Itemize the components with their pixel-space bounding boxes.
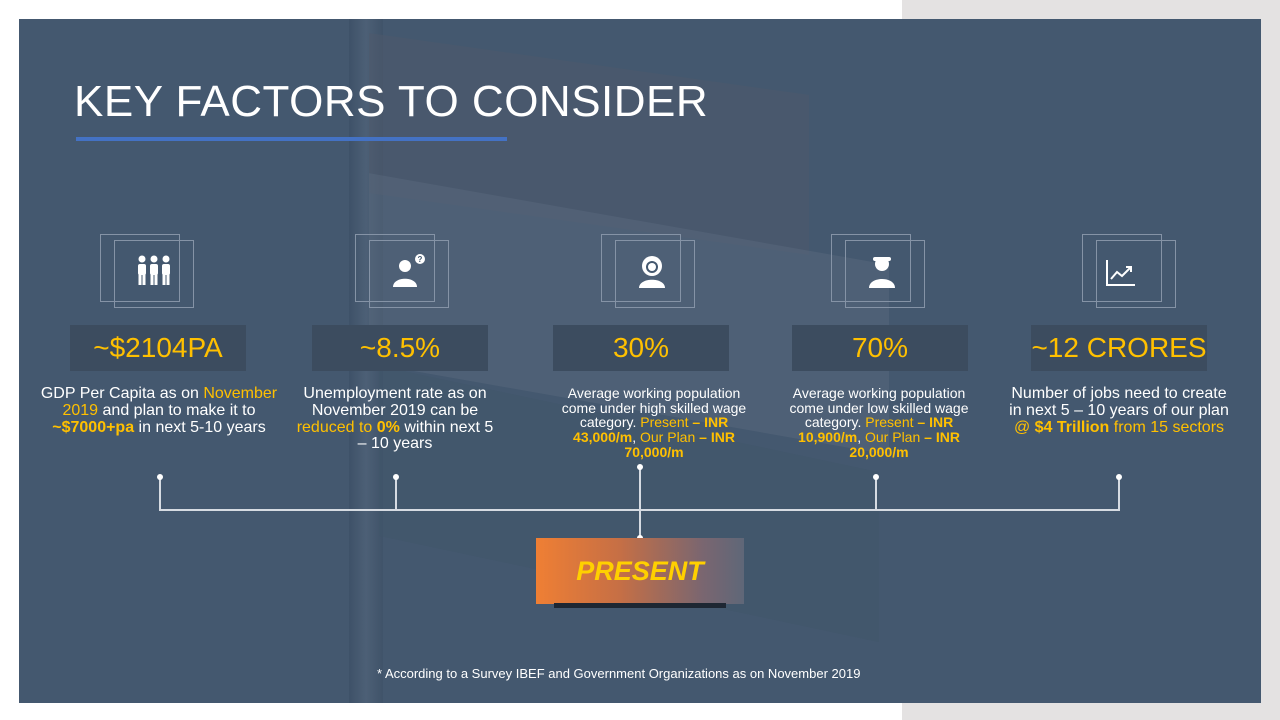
- present-button[interactable]: PRESENT: [536, 538, 744, 604]
- timeline-connector: [395, 477, 397, 510]
- factor-2-icon-box: ?: [355, 234, 451, 308]
- factor-3-stat: 30%: [553, 325, 729, 371]
- timeline-dot: [873, 474, 879, 480]
- timeline-dot: [637, 464, 643, 470]
- group-people-icon: [138, 255, 170, 285]
- factor-5-description: Number of jobs need to create in next 5 …: [1009, 385, 1229, 436]
- timeline-connector: [1118, 477, 1120, 510]
- svg-text:?: ?: [418, 255, 423, 264]
- factor-2-description: Unemployment rate as on November 2019 ca…: [296, 385, 494, 453]
- factor-4-stat: 70%: [792, 325, 968, 371]
- factor-3-description: Average working population come under hi…: [561, 385, 747, 460]
- timeline-dot: [393, 474, 399, 480]
- factor-5-stat: ~12 CRORES: [1031, 325, 1207, 371]
- timeline-connector: [639, 467, 641, 539]
- growth-chart-icon: [1106, 260, 1135, 286]
- factor-3-icon-box: [601, 234, 697, 308]
- timeline-dot: [157, 474, 163, 480]
- factor-2-stat: ~8.5%: [312, 325, 488, 371]
- factor-1-description: GDP Per Capita as on November 2019 and p…: [40, 385, 278, 436]
- slide: KEY FACTORS TO CONSIDER ~$2104PA GDP Per…: [19, 19, 1261, 703]
- title-underline: [76, 137, 507, 141]
- factor-4-description: Average working population come under lo…: [789, 385, 969, 460]
- factor-1-stat: ~$2104PA: [70, 325, 246, 371]
- timeline-connector: [159, 477, 161, 510]
- timeline-connector: [875, 477, 877, 510]
- factor-1-icon-box: [100, 234, 196, 308]
- present-button-label: PRESENT: [576, 555, 704, 586]
- timeline-dot: [1116, 474, 1122, 480]
- factor-4-icon-box: [831, 234, 927, 308]
- worker-icon: [869, 257, 895, 288]
- person-question-icon: ?: [393, 254, 425, 287]
- present-button-shadow: [554, 603, 726, 608]
- skilled-worker-icon: [639, 256, 665, 288]
- slide-title: KEY FACTORS TO CONSIDER: [74, 77, 709, 126]
- footnote: * According to a Survey IBEF and Governm…: [377, 666, 861, 681]
- factor-5-icon-box: [1082, 234, 1178, 308]
